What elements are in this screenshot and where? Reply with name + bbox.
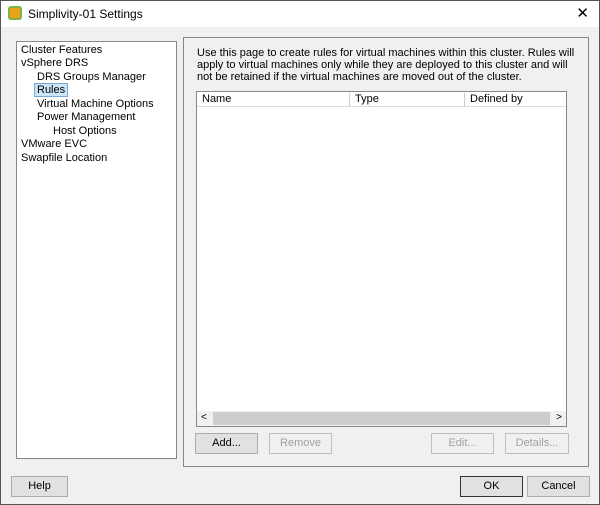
edit-button[interactable]: Edit... [431,433,494,454]
column-type[interactable]: Type [350,93,465,106]
settings-tree: Cluster Features vSphere DRS DRS Groups … [16,41,177,459]
ok-button[interactable]: OK [460,476,523,497]
column-defined-by[interactable]: Defined by [465,93,568,106]
remove-button[interactable]: Remove [269,433,332,454]
details-button[interactable]: Details... [505,433,569,454]
tree-item-drs-groups-manager[interactable]: DRS Groups Manager [35,71,148,83]
tree-item-host-options[interactable]: Host Options [51,125,119,137]
window-title: Simplivity-01 Settings [28,7,143,21]
tree-item-swapfile-location[interactable]: Swapfile Location [19,152,109,164]
help-button[interactable]: Help [11,476,68,497]
tree-item-vsphere-drs[interactable]: vSphere DRS [19,57,90,69]
tree-item-power-management[interactable]: Power Management [35,111,137,123]
scroll-left-icon[interactable]: < [201,412,207,423]
tree-item-rules[interactable]: Rules [34,83,69,97]
rules-description: Use this page to create rules for virtua… [197,47,575,83]
scroll-right-icon[interactable]: > [556,412,562,423]
scrollbar-thumb[interactable] [213,412,550,425]
title-bar: Simplivity-01 Settings ✕ [1,1,599,27]
list-header: Name Type Defined by [197,92,566,107]
add-button[interactable]: Add... [195,433,258,454]
app-icon [8,6,22,20]
column-name[interactable]: Name [197,93,350,106]
tree-item-vmware-evc[interactable]: VMware EVC [19,138,89,150]
tree-item-cluster-features[interactable]: Cluster Features [19,44,104,56]
close-button[interactable]: ✕ [576,4,589,22]
cancel-button[interactable]: Cancel [527,476,590,497]
settings-dialog: Simplivity-01 Settings ✕ Cluster Feature… [0,0,600,505]
tree-item-virtual-machine-options[interactable]: Virtual Machine Options [35,98,156,110]
rules-list[interactable]: Name Type Defined by < > [196,91,567,427]
horizontal-scrollbar[interactable]: < > [197,411,566,426]
